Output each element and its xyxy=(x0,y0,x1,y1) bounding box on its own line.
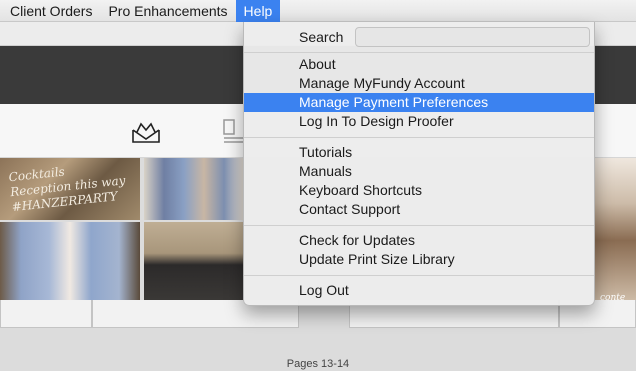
photo-bridal-party[interactable] xyxy=(0,222,140,300)
menu-item-manage-account[interactable]: Manage MyFundy Account xyxy=(244,74,594,93)
help-search-input[interactable] xyxy=(355,27,590,47)
help-menu: Search About Manage MyFundy Account Mana… xyxy=(243,22,595,306)
help-search-row: Search xyxy=(244,22,594,52)
menu-item-log-out[interactable]: Log Out xyxy=(244,281,594,300)
menu-pro-enhancements[interactable]: Pro Enhancements xyxy=(100,0,235,22)
menu-separator xyxy=(244,275,594,276)
menu-bar: Client Orders Pro Enhancements Help xyxy=(0,0,636,22)
menu-item-contact-support[interactable]: Contact Support xyxy=(244,200,594,219)
menu-item-update-print-size[interactable]: Update Print Size Library xyxy=(244,250,594,269)
pages-label: Pages 13-14 xyxy=(286,358,350,370)
page-tile[interactable] xyxy=(0,300,92,328)
photo-detail[interactable] xyxy=(595,158,636,308)
menu-item-manuals[interactable]: Manuals xyxy=(244,162,594,181)
photo-groomsmen[interactable] xyxy=(144,222,244,300)
menu-item-keyboard-shortcuts[interactable]: Keyboard Shortcuts xyxy=(244,181,594,200)
menu-separator xyxy=(244,137,594,138)
album-icon[interactable] xyxy=(131,120,161,144)
menu-client-orders[interactable]: Client Orders xyxy=(0,0,100,22)
menu-separator xyxy=(244,52,594,53)
photo-reception-sign[interactable]: Cocktails Reception this way #HANZERPART… xyxy=(0,158,140,220)
menu-item-tutorials[interactable]: Tutorials xyxy=(244,143,594,162)
menu-item-about[interactable]: About xyxy=(244,55,594,74)
menu-item-check-updates[interactable]: Check for Updates xyxy=(244,231,594,250)
search-label: Search xyxy=(299,29,344,45)
menu-item-design-proofer[interactable]: Log In To Design Proofer xyxy=(244,112,594,131)
menu-help[interactable]: Help xyxy=(235,0,281,22)
menu-separator xyxy=(244,225,594,226)
menu-item-payment-preferences[interactable]: Manage Payment Preferences xyxy=(244,93,594,112)
layout-icon[interactable] xyxy=(222,118,244,144)
photo-bridesmaids[interactable] xyxy=(144,158,244,220)
